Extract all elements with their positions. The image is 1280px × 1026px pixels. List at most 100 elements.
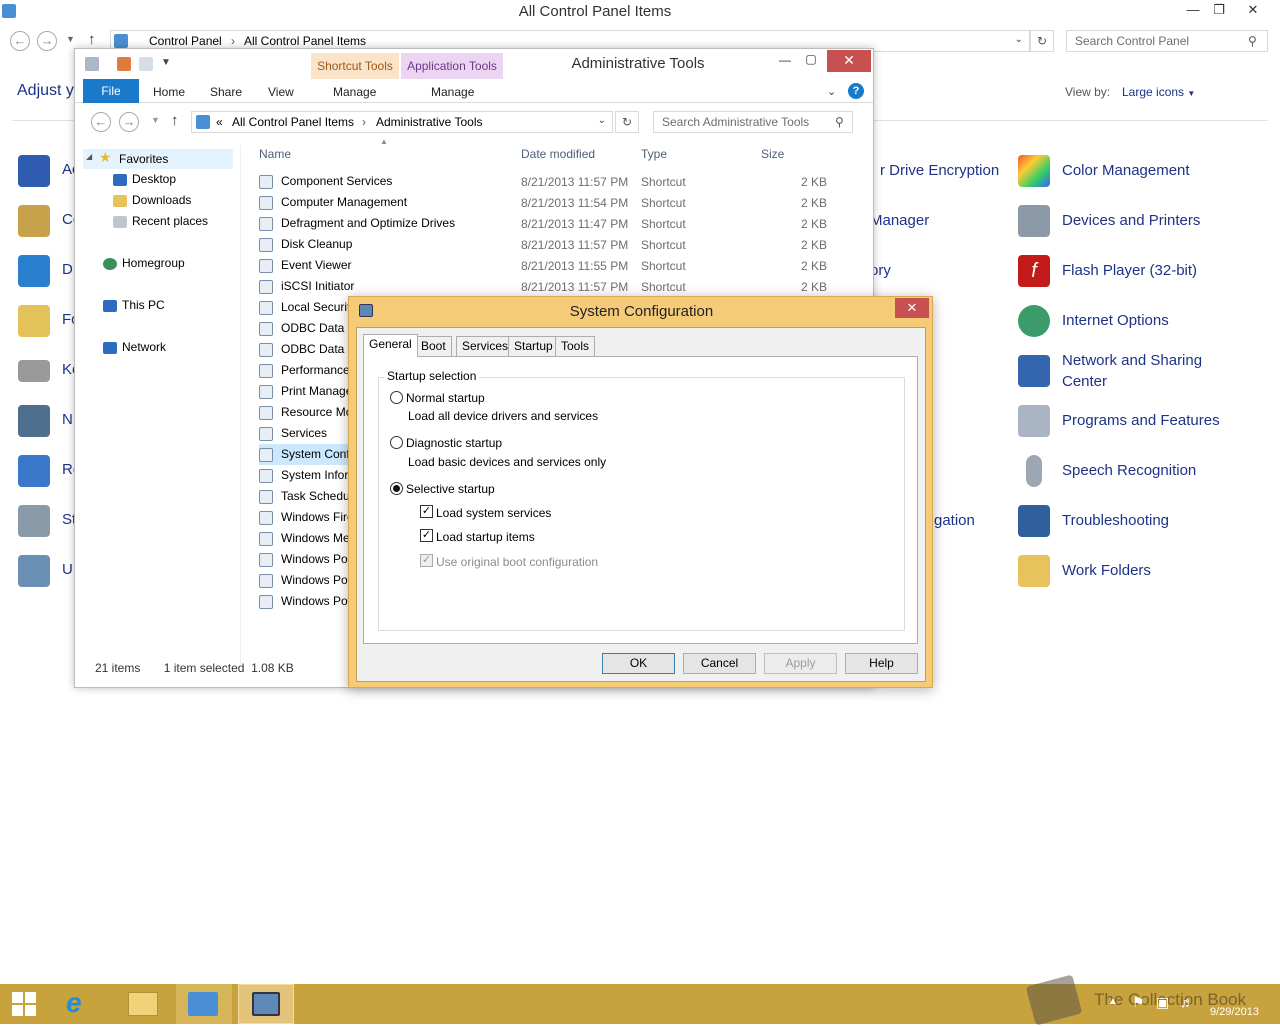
show-hidden-icons[interactable]: ▲ <box>1108 996 1118 1007</box>
volume-icon[interactable]: ♬ <box>1180 994 1194 1010</box>
forward-icon[interactable]: → <box>37 31 57 51</box>
diagnostic-startup-label[interactable]: Diagnostic startup <box>406 436 502 450</box>
refresh-icon[interactable]: ↻ <box>1030 30 1054 52</box>
breadcrumb-all-items[interactable]: All Control Panel Items <box>244 34 366 48</box>
back-icon[interactable]: ← <box>10 31 30 51</box>
ribbon-expand-icon[interactable]: ⌄ <box>827 85 836 98</box>
control-panel-search-input[interactable]: Search Control Panel <box>1066 30 1268 52</box>
ok-button[interactable]: OK <box>602 653 675 674</box>
up-icon[interactable]: ↑ <box>88 31 96 48</box>
recent-locations-icon[interactable]: ▼ <box>66 34 75 44</box>
nav-this-pc[interactable]: This PC <box>103 298 165 312</box>
cp-item-devices-printers[interactable]: Devices and Printers <box>1062 210 1200 231</box>
cp-item-programs-features[interactable]: Programs and Features <box>1062 410 1220 431</box>
storage-icon[interactable] <box>18 505 50 537</box>
cp-item-flash-player[interactable]: Flash Player (32-bit) <box>1062 260 1197 281</box>
recent-locations-icon[interactable]: ▼ <box>151 115 160 125</box>
quick-access-new-icon[interactable] <box>117 57 131 71</box>
programs-features-icon[interactable] <box>1018 405 1050 437</box>
cp-item-internet-options[interactable]: Internet Options <box>1062 310 1169 331</box>
address-overflow[interactable]: « <box>216 115 223 129</box>
folder-options-icon[interactable] <box>18 305 50 337</box>
breadcrumb-control-panel[interactable]: Control Panel <box>149 34 222 48</box>
minimize-button[interactable]: — <box>775 53 795 67</box>
customize-toolbar-icon[interactable]: ▼ <box>161 57 171 68</box>
keyboard-icon[interactable] <box>18 360 50 382</box>
cp-item-color-management[interactable]: Color Management <box>1062 160 1190 181</box>
selective-startup-radio[interactable] <box>390 482 403 495</box>
file-row[interactable]: Event Viewer 8/21/2013 11:55 PM Shortcut 2 … <box>259 255 859 276</box>
admin-search-input[interactable]: Search Administrative Tools <box>653 111 853 133</box>
column-header-type[interactable]: Type <box>641 147 667 161</box>
cancel-button[interactable]: Cancel <box>683 653 756 674</box>
expand-icon[interactable]: ◢ <box>86 152 92 161</box>
view-by-dropdown[interactable]: Large icons ▼ <box>1122 85 1195 99</box>
tab-boot[interactable]: Boot <box>415 336 452 356</box>
printer-icon[interactable] <box>1018 205 1050 237</box>
cp-item-troubleshooting[interactable]: Troubleshooting <box>1062 510 1169 531</box>
start-button[interactable] <box>0 984 52 1024</box>
credential-icon[interactable] <box>18 205 50 237</box>
forward-icon[interactable]: → <box>119 112 139 132</box>
file-explorer-button[interactable] <box>114 984 170 1024</box>
tab-view[interactable]: View <box>268 85 294 99</box>
nav-recent-places[interactable]: Recent places <box>113 214 208 228</box>
nav-downloads[interactable]: Downloads <box>113 193 191 207</box>
close-button[interactable]: ✕ <box>895 298 929 318</box>
normal-startup-radio[interactable] <box>390 391 403 404</box>
folder-icon[interactable] <box>1018 555 1050 587</box>
minimize-button[interactable]: — <box>1180 2 1206 22</box>
control-panel-taskbar-button[interactable] <box>176 984 232 1024</box>
tab-application-tools[interactable]: Application Tools <box>401 53 503 79</box>
tab-share[interactable]: Share <box>210 85 242 99</box>
cp-item-label[interactable]: D <box>62 261 73 278</box>
column-header-name[interactable]: Name <box>259 147 291 161</box>
region-icon[interactable] <box>18 455 50 487</box>
file-row[interactable]: Computer Management 8/21/2013 11:54 PM Sho… <box>259 192 859 213</box>
network-tray-icon[interactable]: ▣ <box>1156 994 1169 1011</box>
tab-home[interactable]: Home <box>153 85 185 99</box>
clock-date[interactable]: 9/29/2013 <box>1210 1006 1259 1018</box>
tab-services[interactable]: Services <box>456 336 515 356</box>
cp-item-speech-recognition[interactable]: Speech Recognition <box>1062 460 1196 481</box>
breadcrumb-all-items[interactable]: All Control Panel Items <box>232 115 354 129</box>
refresh-icon[interactable]: ↻ <box>615 111 639 133</box>
flash-player-icon[interactable]: f <box>1018 255 1050 287</box>
file-row[interactable]: Component Services 8/21/2013 11:57 PM Shor… <box>259 171 859 192</box>
internet-options-icon[interactable] <box>1018 305 1050 337</box>
quick-access-properties-icon[interactable] <box>85 57 99 71</box>
normal-startup-label[interactable]: Normal startup <box>406 391 485 405</box>
internet-explorer-button[interactable]: e <box>54 984 110 1024</box>
breadcrumb-admin-tools[interactable]: Administrative Tools <box>376 115 483 129</box>
selective-startup-label[interactable]: Selective startup <box>406 482 495 496</box>
action-center-flag-icon[interactable]: ⚑ <box>1132 994 1145 1011</box>
cp-item-navigation[interactable]: gation <box>934 510 975 531</box>
microphone-icon[interactable] <box>1026 455 1042 487</box>
up-icon[interactable]: ↑ <box>171 112 179 129</box>
quick-access-folder-icon[interactable] <box>139 57 153 71</box>
tab-tools[interactable]: Tools <box>555 336 596 356</box>
address-dropdown-icon[interactable]: ⌄ <box>598 115 606 126</box>
user-accounts-icon[interactable] <box>18 555 50 587</box>
help-button[interactable]: Help <box>845 653 918 674</box>
notification-icon[interactable] <box>18 405 50 437</box>
cp-item-work-folders[interactable]: Work Folders <box>1062 560 1151 581</box>
nav-favorites-row[interactable]: ◢ ★ Favorites <box>83 149 233 169</box>
nav-network[interactable]: Network <box>103 340 166 354</box>
address-dropdown-icon[interactable]: ⌄ <box>1015 34 1023 45</box>
cp-item-bitlocker[interactable]: r Drive Encryption <box>880 160 999 181</box>
close-button[interactable]: ✕ <box>1240 2 1266 22</box>
tab-general[interactable]: General <box>363 334 418 357</box>
nav-homegroup[interactable]: Homegroup <box>103 256 185 270</box>
column-header-date[interactable]: Date modified <box>521 147 595 161</box>
file-row[interactable]: iSCSI Initiator 8/21/2013 11:57 PM Shortcu… <box>259 276 859 297</box>
diagnostic-startup-radio[interactable] <box>390 436 403 449</box>
tab-manage-application[interactable]: Manage <box>431 85 474 99</box>
file-row[interactable]: Defragment and Optimize Drives 8/21/2013 … <box>259 213 859 234</box>
display-icon[interactable] <box>18 255 50 287</box>
close-button[interactable]: ✕ <box>827 50 871 72</box>
cp-item-label[interactable]: U <box>62 561 73 578</box>
help-icon[interactable]: ? <box>848 83 864 99</box>
cp-item-network-sharing[interactable]: Network and Sharing Center <box>1062 350 1232 392</box>
load-startup-items-label[interactable]: Load startup items <box>436 530 535 544</box>
